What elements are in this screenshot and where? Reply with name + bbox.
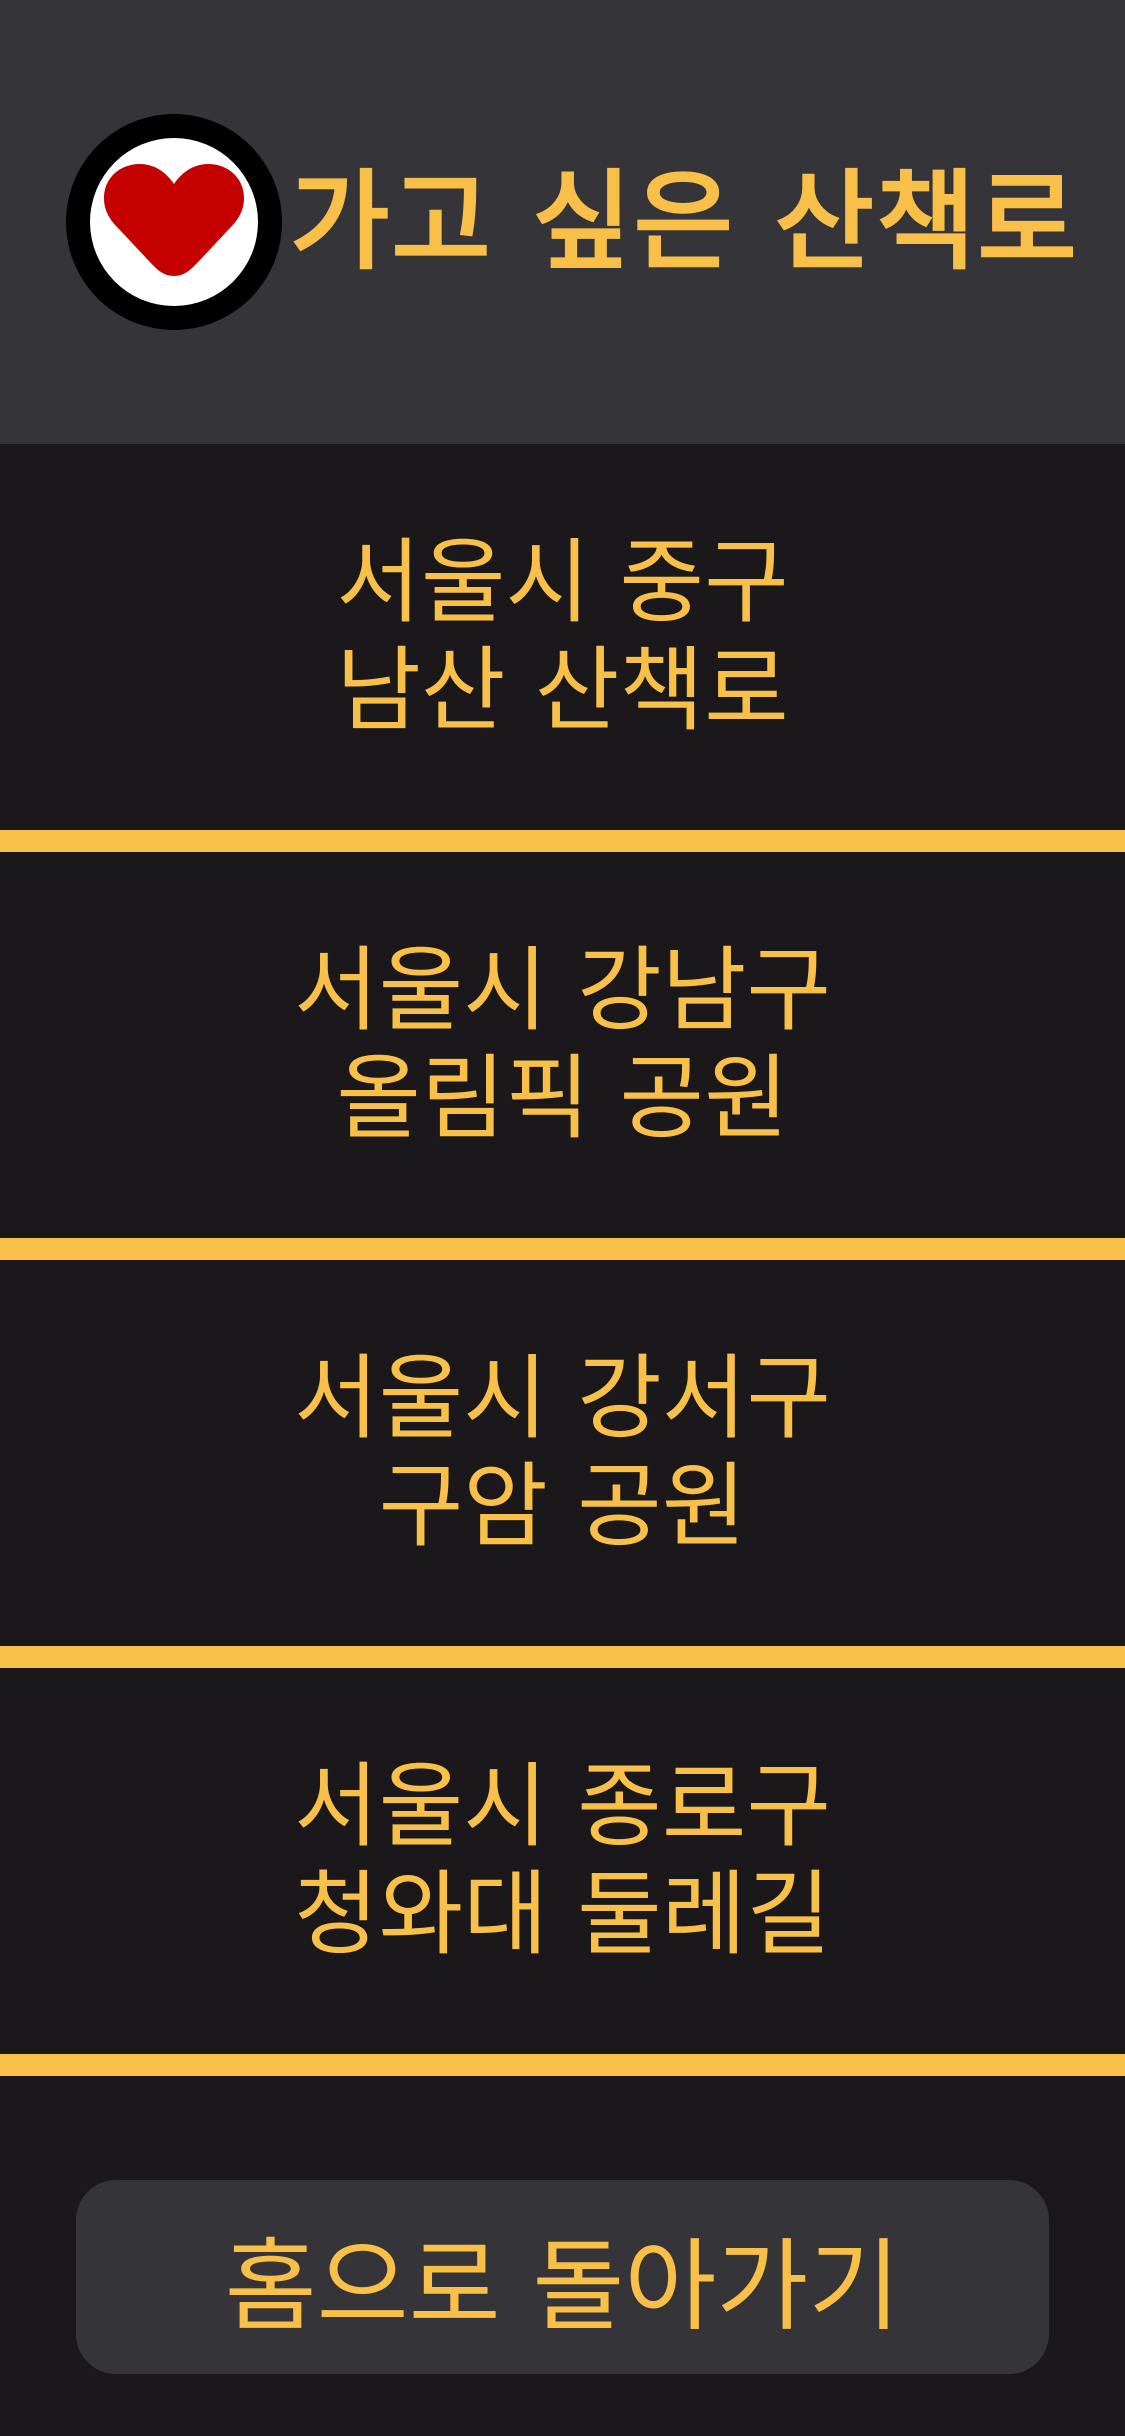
page-title: 가고 싶은 산책로 — [290, 160, 1079, 285]
list-item-district: 서울시 강남구 — [293, 937, 832, 1044]
header: 가고 싶은 산책로 — [0, 0, 1125, 444]
home-button-label: 홈으로 돌아가기 — [224, 2227, 901, 2345]
list-item[interactable]: 서울시 강남구 올림픽 공원 — [0, 852, 1125, 1238]
heart-icon — [104, 164, 244, 276]
list-item-district: 서울시 중구 — [336, 529, 789, 636]
list-item-trail: 청와대 둘레길 — [293, 1861, 832, 1968]
list-item-trail: 남산 산책로 — [336, 637, 789, 744]
divider — [0, 1238, 1125, 1260]
home-button[interactable]: 홈으로 돌아가기 — [76, 2180, 1049, 2374]
list-item-trail: 올림픽 공원 — [336, 1045, 789, 1152]
divider — [0, 2054, 1125, 2076]
list-item[interactable]: 서울시 강서구 구암 공원 — [0, 1260, 1125, 1646]
list-item-trail: 구암 공원 — [378, 1453, 747, 1560]
favorite-badge — [66, 114, 282, 330]
divider — [0, 1646, 1125, 1668]
list-item-district: 서울시 강서구 — [293, 1345, 832, 1452]
list-item[interactable]: 서울시 중구 남산 산책로 — [0, 444, 1125, 830]
divider — [0, 830, 1125, 852]
list-item-district: 서울시 종로구 — [293, 1753, 832, 1860]
list-item[interactable]: 서울시 종로구 청와대 둘레길 — [0, 1668, 1125, 2054]
